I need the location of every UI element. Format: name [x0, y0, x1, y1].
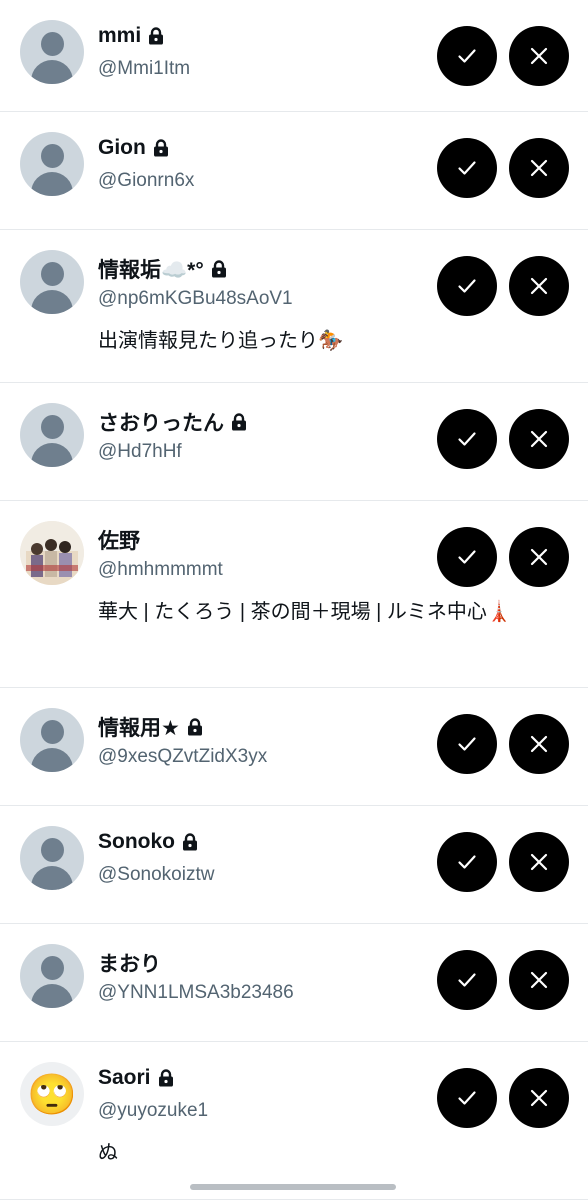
checkmark-icon — [455, 427, 479, 451]
avatar[interactable] — [20, 20, 84, 84]
decline-button[interactable] — [509, 409, 569, 469]
decline-button[interactable] — [509, 26, 569, 86]
display-name[interactable]: Saori — [98, 1066, 151, 1090]
username-handle: @9xesQZvtZidX3yx — [98, 746, 268, 767]
close-icon — [527, 274, 551, 298]
follow-request-row[interactable]: 🙄 Saori @yuyozuke1 ぬ — [0, 1042, 588, 1200]
close-icon — [527, 850, 551, 874]
lock-icon — [187, 718, 203, 736]
avatar[interactable] — [20, 708, 84, 772]
checkmark-icon — [455, 545, 479, 569]
follow-request-row[interactable]: まおり @YNN1LMSA3b23486 — [0, 924, 588, 1042]
username-handle: @hmhmmmmt — [98, 559, 223, 580]
lock-icon — [158, 1069, 174, 1087]
decline-button[interactable] — [509, 832, 569, 892]
display-name[interactable]: 情報用★ — [98, 712, 180, 742]
username-handle: @Hd7hHf — [98, 441, 182, 462]
lock-icon — [231, 413, 247, 431]
decline-button[interactable] — [509, 714, 569, 774]
display-name-line[interactable]: 情報用★ — [98, 712, 203, 742]
accept-button[interactable] — [437, 527, 497, 587]
avatar-emoji: 🙄 — [27, 1072, 77, 1117]
display-name-line[interactable]: さおりったん — [98, 407, 247, 437]
follow-request-row[interactable]: 佐野 @hmhmmmmt 華大 | たくろう | 茶の間＋現場 | ルミネ中心🗼 — [0, 501, 588, 688]
accept-button[interactable] — [437, 409, 497, 469]
home-indicator — [190, 1184, 396, 1190]
accept-button[interactable] — [437, 714, 497, 774]
avatar[interactable] — [20, 403, 84, 467]
lock-icon — [153, 139, 169, 157]
accept-button[interactable] — [437, 26, 497, 86]
lock-icon — [211, 260, 227, 278]
display-name-line[interactable]: mmi — [98, 24, 164, 48]
display-name-line[interactable]: Gion — [98, 136, 169, 160]
username-handle: @Sonokoiztw — [98, 864, 215, 885]
follow-request-row[interactable]: mmi @Mmi1Itm — [0, 0, 588, 112]
accept-button[interactable] — [437, 256, 497, 316]
checkmark-icon — [455, 1086, 479, 1110]
close-icon — [527, 968, 551, 992]
close-icon — [527, 732, 551, 756]
display-name[interactable]: 佐野 — [98, 525, 140, 555]
follow-request-row[interactable]: さおりったん @Hd7hHf — [0, 383, 588, 501]
lock-icon — [182, 833, 198, 851]
decline-button[interactable] — [509, 138, 569, 198]
display-name-line[interactable]: Sonoko — [98, 830, 198, 854]
follow-request-row[interactable]: 情報用★ @9xesQZvtZidX3yx — [0, 688, 588, 806]
username-handle: @Mmi1Itm — [98, 58, 191, 79]
decline-button[interactable] — [509, 527, 569, 587]
follow-request-row[interactable]: Gion @Gionrn6x — [0, 112, 588, 230]
avatar[interactable] — [20, 944, 84, 1008]
accept-button[interactable] — [437, 138, 497, 198]
bio-text: 出演情報見たり追ったり🏇 — [98, 330, 343, 352]
display-name-line[interactable]: 情報垢☁️*° — [98, 254, 227, 284]
follow-request-row[interactable]: 情報垢☁️*° @np6mKGBu48sAoV1 出演情報見たり追ったり🏇 — [0, 230, 588, 383]
display-name-line[interactable]: Saori — [98, 1066, 174, 1090]
username-handle: @yuyozuke1 — [98, 1100, 209, 1121]
accept-button[interactable] — [437, 950, 497, 1010]
avatar[interactable]: 🙄 — [20, 1062, 84, 1126]
bio-text: ぬ — [98, 1142, 118, 1164]
close-icon — [527, 156, 551, 180]
lock-icon — [148, 27, 164, 45]
display-name-line[interactable]: 佐野 — [98, 525, 140, 555]
display-name[interactable]: 情報垢☁️*° — [98, 254, 204, 284]
username-handle: @YNN1LMSA3b23486 — [98, 982, 294, 1003]
decline-button[interactable] — [509, 1068, 569, 1128]
display-name[interactable]: Sonoko — [98, 830, 175, 854]
checkmark-icon — [455, 850, 479, 874]
close-icon — [527, 44, 551, 68]
avatar[interactable] — [20, 250, 84, 314]
checkmark-icon — [455, 274, 479, 298]
close-icon — [527, 427, 551, 451]
checkmark-icon — [455, 968, 479, 992]
display-name[interactable]: mmi — [98, 24, 141, 48]
checkmark-icon — [455, 156, 479, 180]
close-icon — [527, 1086, 551, 1110]
username-handle: @Gionrn6x — [98, 170, 195, 191]
checkmark-icon — [455, 44, 479, 68]
follow-request-row[interactable]: Sonoko @Sonokoiztw — [0, 806, 588, 924]
avatar[interactable] — [20, 826, 84, 890]
avatar[interactable] — [20, 132, 84, 196]
avatar[interactable] — [20, 521, 84, 585]
display-name[interactable]: さおりったん — [98, 407, 224, 437]
decline-button[interactable] — [509, 256, 569, 316]
decline-button[interactable] — [509, 950, 569, 1010]
display-name[interactable]: まおり — [98, 948, 161, 978]
bio-text: 華大 | たくろう | 茶の間＋現場 | ルミネ中心🗼 — [98, 601, 512, 623]
accept-button[interactable] — [437, 1068, 497, 1128]
close-icon — [527, 545, 551, 569]
display-name[interactable]: Gion — [98, 136, 146, 160]
checkmark-icon — [455, 732, 479, 756]
accept-button[interactable] — [437, 832, 497, 892]
display-name-line[interactable]: まおり — [98, 948, 161, 978]
username-handle: @np6mKGBu48sAoV1 — [98, 288, 293, 309]
